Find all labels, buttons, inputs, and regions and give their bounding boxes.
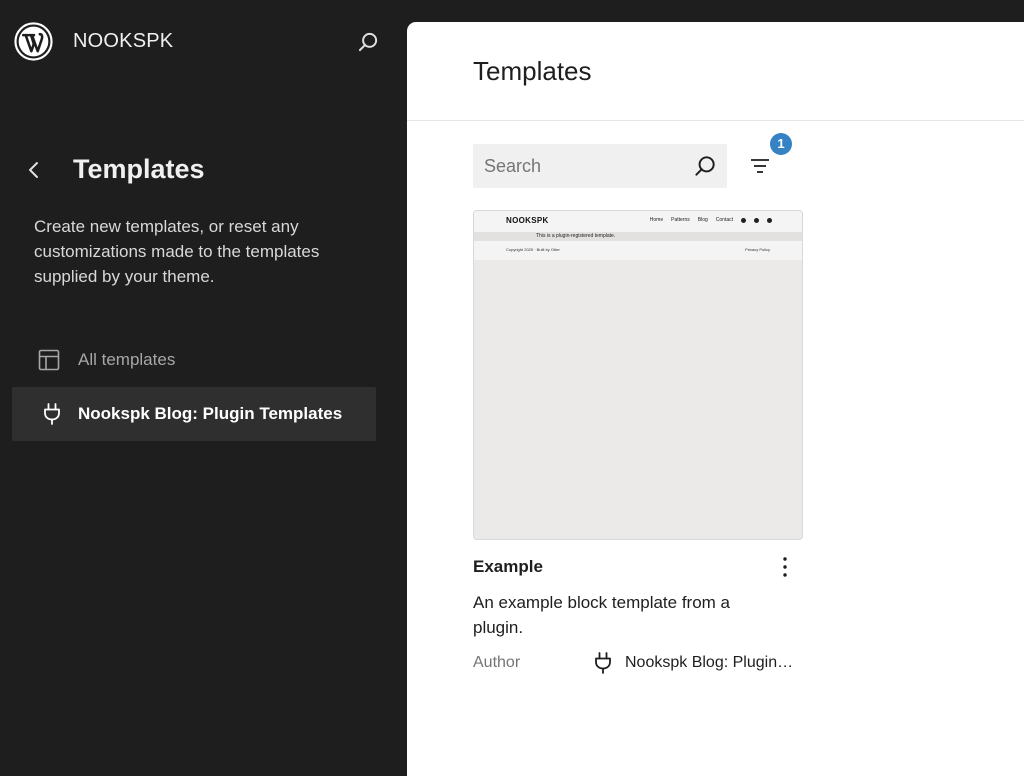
sidebar-item-label: All templates — [78, 350, 176, 369]
search-icon[interactable] — [692, 153, 718, 179]
sidebar-item-label: Nookspk Blog: Plugin Templates — [78, 404, 343, 423]
instagram-icon — [754, 217, 759, 223]
preview-nav-item: Home — [649, 217, 664, 223]
main-content: Templates 1 NOOKSPK Home Patterns Blog C… — [407, 22, 1024, 776]
more-options-icon[interactable] — [773, 554, 797, 580]
search-input[interactable] — [473, 144, 683, 188]
back-chevron-icon[interactable] — [22, 158, 46, 182]
page-header: Templates — [407, 22, 1024, 121]
author-value: Nookspk Blog: Plugin… — [625, 654, 794, 671]
preview-nav: Home Patterns Blog Contact — [650, 217, 772, 223]
preview-site-title: NOOKSPK — [506, 216, 549, 225]
preview-footer: Copyright 2025 · Built by Otter Privacy … — [474, 241, 802, 260]
template-preview[interactable]: NOOKSPK Home Patterns Blog Contact This … — [473, 210, 803, 540]
preview-nav-item: Patterns — [671, 217, 690, 223]
plugin-icon — [595, 652, 611, 674]
preview-nav-item: Blog — [697, 217, 708, 223]
preview-message: This is a plugin-registered template. — [536, 233, 616, 239]
filter-icon[interactable] — [748, 154, 772, 178]
preview-nav-item: Contact — [715, 217, 733, 223]
sidebar-item-plugin-templates[interactable]: Nookspk Blog: Plugin Templates — [12, 387, 376, 441]
page-title: Templates — [473, 56, 592, 86]
search-icon[interactable] — [355, 29, 381, 55]
sidebar-item-all-templates[interactable]: All templates — [12, 333, 376, 387]
site-name[interactable]: NOOKSPK — [73, 30, 173, 53]
filter-count-badge: 1 — [770, 133, 792, 155]
preview-content: This is a plugin-registered template. — [474, 232, 802, 241]
sidebar-title: Templates — [73, 154, 205, 184]
site-hub: NOOKSPK — [0, 0, 407, 82]
layout-icon — [38, 349, 60, 371]
preview-copyright: Copyright 2025 · Built by Otter — [506, 247, 560, 252]
author-label: Author — [473, 654, 521, 671]
template-title[interactable]: Example — [473, 557, 543, 577]
search-field — [473, 144, 727, 188]
wordpress-logo-icon[interactable] — [14, 22, 53, 61]
preview-privacy-link: Privacy Policy — [745, 247, 770, 252]
facebook-icon — [741, 217, 746, 223]
sidebar: NOOKSPK Templates Create new templates, … — [0, 0, 407, 776]
sidebar-description: Create new templates, or reset any custo… — [34, 217, 320, 286]
template-description: An example block template from a plugin. — [473, 593, 731, 637]
preview-header: NOOKSPK Home Patterns Blog Contact — [474, 211, 802, 232]
plugin-icon — [44, 403, 60, 425]
twitter-icon — [767, 217, 772, 223]
